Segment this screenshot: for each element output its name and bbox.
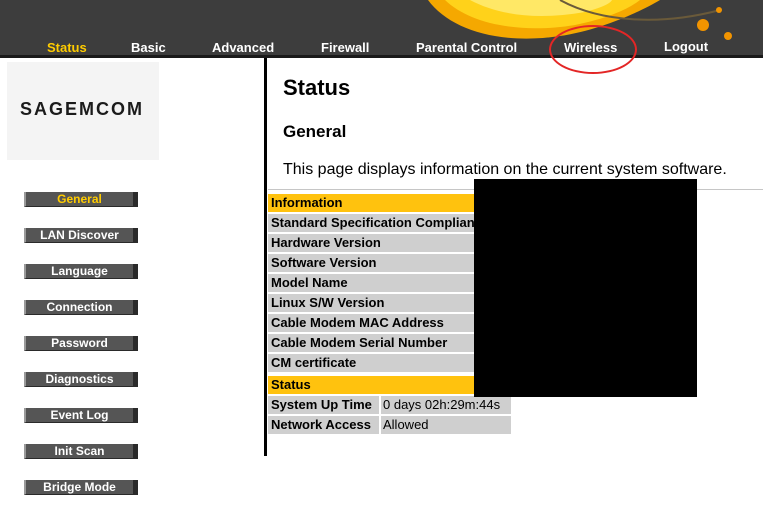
row-label: Model Name	[268, 274, 476, 292]
sidebar-item-password[interactable]: Password	[24, 336, 138, 351]
nav-logout[interactable]: Logout	[664, 39, 708, 54]
row-value: 0 days 02h:29m:44s	[381, 396, 511, 414]
status-header: Status	[268, 376, 476, 394]
sidebar-item-general[interactable]: General	[24, 192, 138, 207]
row-label: Standard Specification Compliant	[268, 214, 476, 232]
page-title: Status	[283, 75, 351, 100]
row-label: CM certificate	[268, 354, 476, 372]
top-navigation-bar: Status Basic Advanced Firewall Parental …	[0, 0, 763, 58]
nav-parental-control[interactable]: Parental Control	[416, 40, 517, 55]
nav-wireless[interactable]: Wireless	[564, 40, 617, 55]
row-label: Software Version	[268, 254, 476, 272]
section-title: General	[283, 122, 347, 141]
row-label: Cable Modem Serial Number	[268, 334, 476, 352]
row-label: Hardware Version	[268, 234, 476, 252]
sidebar-item-connection[interactable]: Connection	[24, 300, 138, 315]
row-value: Allowed	[381, 416, 511, 434]
page-description: This page displays information on the cu…	[283, 161, 727, 178]
brand-logo: SAGEMCOM	[20, 99, 144, 119]
nav-firewall[interactable]: Firewall	[321, 40, 369, 55]
sidebar-item-language[interactable]: Language	[24, 264, 138, 279]
content-divider	[264, 58, 267, 456]
row-label: System Up Time	[268, 396, 379, 414]
sidebar-item-bridge-mode[interactable]: Bridge Mode	[24, 480, 138, 495]
row-label: Network Access	[268, 416, 379, 434]
redaction-block	[474, 179, 697, 397]
sidebar-item-diagnostics[interactable]: Diagnostics	[24, 372, 138, 387]
nav-status[interactable]: Status	[47, 40, 87, 55]
sidebar-item-init-scan[interactable]: Init Scan	[24, 444, 138, 459]
nav-advanced[interactable]: Advanced	[212, 40, 274, 55]
row-label: Cable Modem MAC Address	[268, 314, 476, 332]
nav-bottom-rule	[0, 55, 763, 58]
sidebar-item-lan-discover[interactable]: LAN Discover	[24, 228, 138, 243]
brand-swirl-graphic	[428, 0, 732, 40]
row-label: Linux S/W Version	[268, 294, 476, 312]
nav-basic[interactable]: Basic	[131, 40, 166, 55]
information-header: Information	[268, 194, 476, 212]
sidebar-item-event-log[interactable]: Event Log	[24, 408, 138, 423]
